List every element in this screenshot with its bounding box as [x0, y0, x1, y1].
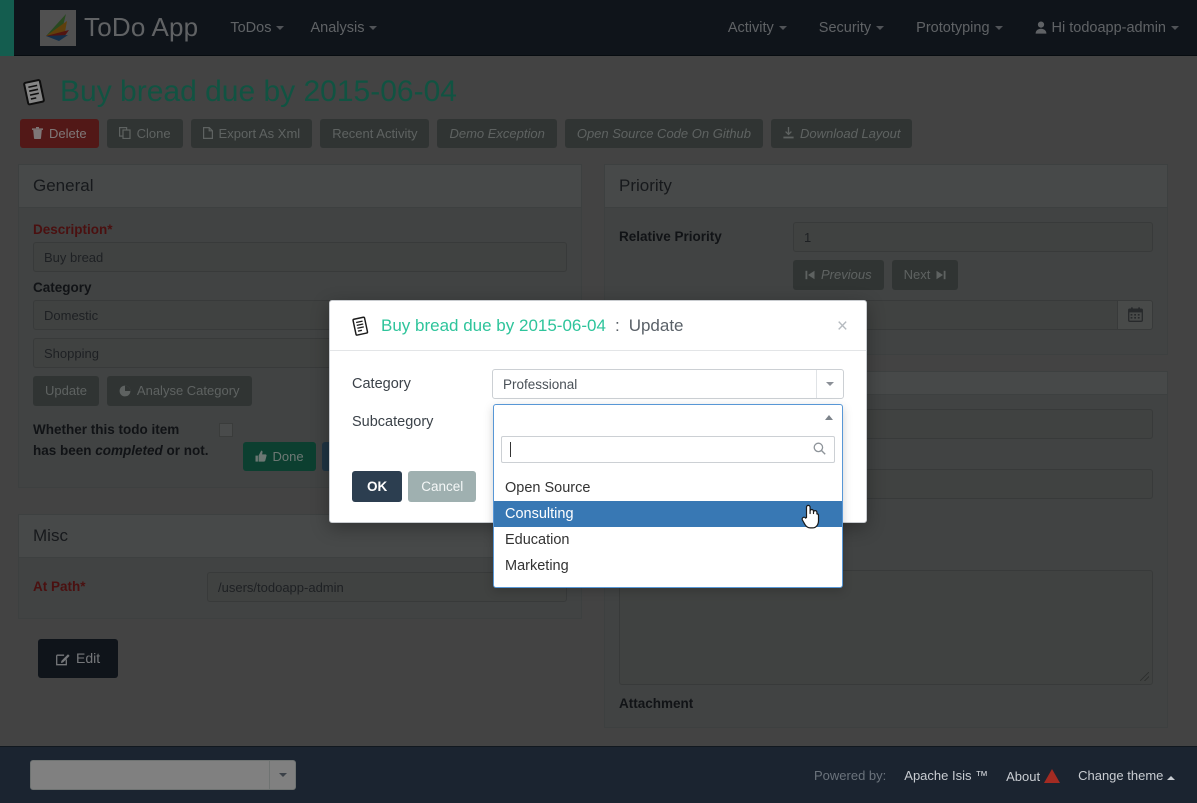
ok-button[interactable]: OK — [352, 471, 402, 502]
modal-subcategory-label: Subcategory — [352, 414, 492, 430]
dropdown-option-consulting[interactable]: Consulting — [494, 501, 842, 527]
chevron-down-icon — [269, 761, 295, 789]
modal-title: Buy bread due by 2015-06-04 : Update — [350, 315, 684, 337]
close-icon[interactable]: × — [835, 317, 850, 336]
dropdown-results: Open Source Consulting Education Marketi… — [494, 469, 842, 587]
change-theme-label: Change theme — [1078, 768, 1163, 783]
modal-title-separator: : — [615, 316, 620, 336]
modal-title-object: Buy bread due by 2015-06-04 — [381, 316, 606, 336]
cancel-button[interactable]: Cancel — [408, 471, 476, 502]
dropdown-search-wrap — [494, 432, 842, 469]
modal-title-action: Update — [629, 316, 684, 336]
modal-category-label: Category — [352, 376, 492, 392]
dropdown-option-marketing[interactable]: Marketing — [494, 553, 842, 579]
dropdown-option-education[interactable]: Education — [494, 527, 842, 553]
chevron-up-icon — [825, 415, 833, 420]
app-window: ToDo App ToDos Analysis Activity S — [0, 0, 1197, 803]
framework-link[interactable]: Apache Isis ™ — [904, 768, 988, 783]
subcategory-dropdown: Open Source Consulting Education Marketi… — [493, 404, 843, 588]
dropdown-search-input[interactable] — [501, 436, 835, 463]
about-link-label: About — [1006, 769, 1040, 784]
document-icon — [350, 315, 372, 337]
search-icon — [813, 442, 826, 455]
modal-category-value: Professional — [503, 377, 577, 392]
about-link[interactable]: About — [1006, 767, 1060, 784]
powered-by-label: Powered by: — [814, 768, 886, 783]
warning-triangle-icon — [1044, 769, 1060, 783]
change-theme-link[interactable]: Change theme — [1078, 768, 1175, 783]
modal-category-row: Category Professional — [352, 369, 846, 399]
subcategory-select-box[interactable] — [494, 405, 842, 432]
page-footer: Powered by: Apache Isis ™ About Change t… — [0, 746, 1197, 803]
modal-category-select[interactable]: Professional — [492, 369, 844, 399]
footer-select[interactable] — [30, 760, 296, 790]
dropdown-option-open-source[interactable]: Open Source — [494, 475, 842, 501]
modal-header: Buy bread due by 2015-06-04 : Update × — [330, 301, 866, 351]
text-cursor — [510, 442, 511, 457]
chevron-up-icon — [1167, 776, 1175, 780]
chevron-down-icon — [816, 370, 843, 398]
footer-links: Powered by: Apache Isis ™ About Change t… — [814, 767, 1175, 784]
